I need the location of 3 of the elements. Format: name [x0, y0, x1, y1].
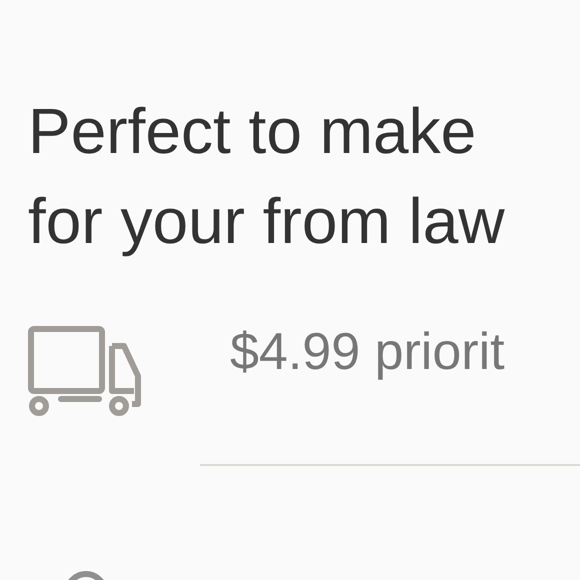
- shipping-text: $4.99 priorit: [230, 322, 505, 383]
- description-text: for your from law: [28, 184, 505, 259]
- description-text: Perfect to make: [28, 94, 476, 169]
